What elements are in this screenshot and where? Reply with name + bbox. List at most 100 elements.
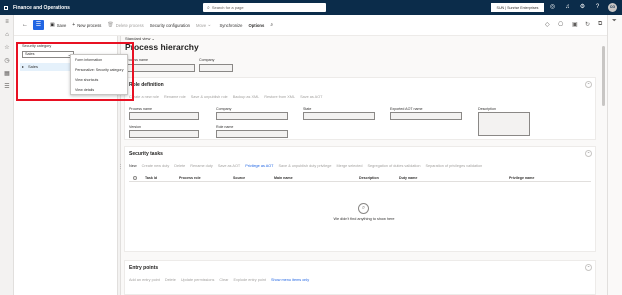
role-definition-section: Role definition ⌃ Create a new role Rena… (124, 77, 596, 140)
left-nav: ≡ ⌂ ☆ ◷ ▦ ☰ (0, 15, 14, 295)
restore-xml-button[interactable]: Restore from XML (264, 95, 295, 99)
create-duty-button[interactable]: Create new duty (142, 164, 170, 168)
favorites-icon[interactable]: ☆ (3, 45, 11, 52)
create-role-button[interactable]: Create a new role (129, 95, 159, 99)
privilege-as-aot-button[interactable]: Privilege as AOT (245, 164, 273, 168)
help-icon[interactable]: ? (594, 4, 601, 11)
delete-process-button[interactable]: 🗑 Delete process (107, 22, 143, 28)
copilot-icon[interactable]: ◎ (549, 4, 556, 11)
rd-role-name-field[interactable] (216, 130, 288, 138)
company-field[interactable] (199, 64, 233, 72)
synchronize-button[interactable]: Synchronize (219, 23, 242, 28)
security-tasks-toolbar: New Create new duty Delete Rename duty S… (129, 164, 487, 168)
options-tab[interactable]: Options (248, 23, 264, 28)
rd-version-label: Version (129, 125, 141, 129)
column-duty-name[interactable]: Duty name (399, 176, 417, 180)
column-privilege-name[interactable]: Privilege name (509, 176, 534, 180)
rd-state-field[interactable] (303, 112, 375, 120)
column-process-role[interactable]: Process role (179, 176, 201, 180)
expand-icon[interactable]: ▸ (22, 64, 24, 69)
popout-icon[interactable]: ⧉ (598, 21, 602, 28)
search-placeholder: Search for a page (211, 5, 244, 10)
menu-item-view-shortcuts[interactable]: View shortcuts (71, 75, 127, 85)
right-filter-strip: ⏷ (607, 15, 622, 295)
explode-entry-point-button[interactable]: Explode entry point (233, 278, 266, 282)
top-bar: Finance and Operations ⌕ Search for a pa… (0, 0, 622, 15)
backup-xml-button[interactable]: Backup as XML (233, 95, 260, 99)
clear-button[interactable]: Clear (219, 278, 228, 282)
add-icon: + (72, 22, 76, 28)
save-unpublish-role-button[interactable]: Save & unpublish role (191, 95, 228, 99)
security-tasks-header[interactable]: Security tasks (129, 151, 163, 157)
search-icon: ⌕ (207, 4, 210, 11)
save-aot-button[interactable]: Save as AOT (300, 95, 322, 99)
merge-selected-button[interactable]: Merge selected (336, 164, 362, 168)
settings-icon[interactable]: ⚙ (579, 4, 586, 11)
process-name-field[interactable] (125, 64, 195, 72)
update-permissions-button[interactable]: Update permissions (181, 278, 215, 282)
user-avatar[interactable]: CG (608, 3, 617, 12)
column-main-name[interactable]: Main name (274, 176, 293, 180)
collapse-icon[interactable]: ⌃ (585, 264, 592, 271)
delete-task-button[interactable]: Delete (174, 164, 185, 168)
view-selector[interactable]: Standard view ⌄ (125, 36, 155, 41)
security-configuration-button[interactable]: Security configuration (150, 23, 190, 28)
back-icon[interactable]: ← (19, 22, 31, 28)
rd-exported-aot-label: Exported AOT name (390, 107, 423, 111)
column-source[interactable]: Source (233, 176, 245, 180)
home-icon[interactable]: ⌂ (3, 32, 11, 39)
collapse-icon[interactable]: ⌃ (585, 150, 592, 157)
rd-description-label: Description (478, 107, 496, 111)
scrollbar-thumb[interactable] (602, 46, 605, 106)
refresh-icon[interactable]: ↻ (585, 21, 590, 28)
security-category-value: Sales (25, 52, 35, 56)
new-task-button[interactable]: New (129, 164, 137, 168)
column-task-id[interactable]: Task Id (145, 176, 157, 180)
find-icon[interactable]: ⌕ (270, 22, 275, 28)
app-launcher-icon[interactable] (4, 5, 8, 10)
vertical-scrollbar[interactable] (601, 36, 606, 295)
company-picker[interactable]: SUN | Sunrise Enterprises (491, 3, 544, 12)
rd-description-field[interactable] (478, 112, 530, 136)
sod-validation-button[interactable]: Segregation of duties validation (367, 164, 420, 168)
menu-item-personalize[interactable]: Personalize: Security category (71, 65, 127, 75)
page-title: Process hierarchy (125, 42, 199, 52)
rd-process-name-field[interactable] (129, 112, 199, 120)
rd-exported-aot-field[interactable] (390, 112, 462, 120)
entry-points-header[interactable]: Entry points (129, 265, 158, 271)
role-definition-header[interactable]: Role definition (129, 82, 164, 88)
menu-item-view-details[interactable]: View details (71, 85, 127, 95)
filter-icon[interactable]: ⏷ (612, 18, 617, 25)
show-menu-items-only-button[interactable]: Show menu items only (271, 278, 309, 282)
modules-icon[interactable]: ☰ (3, 84, 11, 91)
save-unpublish-duty-button[interactable]: Save & unpublish duty privilege (279, 164, 332, 168)
save-button[interactable]: ▣ Save (50, 22, 66, 28)
company-label: Company (199, 58, 215, 62)
search-box[interactable]: ⌕ Search for a page (203, 3, 326, 12)
select-all-checkbox[interactable] (133, 176, 137, 180)
hamburger-icon[interactable]: ≡ (3, 19, 11, 26)
rename-role-button[interactable]: Rename role (164, 95, 186, 99)
delete-entry-point-button[interactable]: Delete (165, 278, 176, 282)
new-process-button[interactable]: + New process (72, 22, 101, 28)
collapse-icon[interactable]: ⌃ (585, 81, 592, 88)
save-as-aot-button[interactable]: Save as AOT (218, 164, 240, 168)
column-description[interactable]: Description (359, 176, 379, 180)
add-entry-point-button[interactable]: Add an entry point (129, 278, 160, 282)
sop-validation-button[interactable]: Separation of privileges validation (425, 164, 482, 168)
move-menu[interactable]: Move ⌄ (196, 22, 213, 28)
context-menu: Form information Personalize: Security c… (70, 54, 128, 95)
security-category-dropdown[interactable]: Sales ⌄ (22, 51, 74, 58)
power-apps-icon[interactable]: ◇ (545, 21, 550, 28)
attachments-icon[interactable]: ⎔ (558, 21, 563, 28)
rename-duty-button[interactable]: Rename duty (190, 164, 213, 168)
action-menu-icon[interactable]: ☰ (33, 20, 44, 30)
rd-state-label: State (303, 107, 312, 111)
notifications-icon[interactable]: ♫ (564, 4, 571, 11)
office-icon[interactable]: ▣ (572, 21, 578, 28)
workspaces-icon[interactable]: ▦ (3, 71, 11, 78)
rd-company-field[interactable] (216, 112, 288, 120)
recent-icon[interactable]: ◷ (3, 58, 11, 65)
menu-item-form-information[interactable]: Form information (71, 55, 127, 65)
rd-version-field[interactable] (129, 130, 199, 138)
